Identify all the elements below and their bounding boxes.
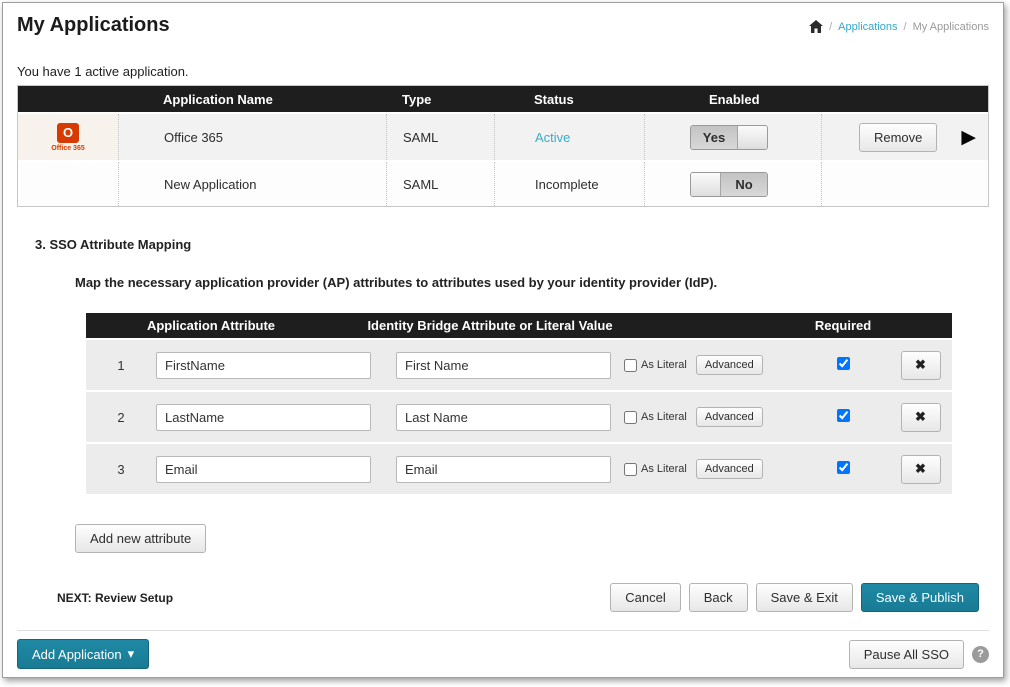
application-row-office365: O Office 365 Office 365 SAML Active Yes … — [18, 112, 988, 160]
as-literal-group: As Literal Advanced — [624, 407, 782, 427]
application-attribute-input[interactable] — [156, 404, 371, 431]
attribute-row-number: 2 — [86, 410, 156, 425]
remove-attribute-button[interactable]: ✖ — [901, 403, 941, 432]
next-step-label: NEXT: Review Setup — [57, 591, 173, 605]
section-title: 3. SSO Attribute Mapping — [35, 237, 989, 252]
applications-table-header: Application Name Type Status Enabled — [18, 86, 988, 112]
application-name: Office 365 — [118, 114, 386, 160]
attribute-row-1: 1 As Literal Advanced ✖ — [86, 340, 952, 390]
breadcrumb-separator: / — [829, 21, 832, 33]
expand-row-icon[interactable]: ▶ — [961, 128, 976, 147]
remove-application-button[interactable]: Remove — [859, 123, 937, 152]
advanced-button[interactable]: Advanced — [696, 355, 763, 375]
as-literal-group: As Literal Advanced — [624, 355, 782, 375]
pause-all-sso-button[interactable]: Pause All SSO — [849, 640, 964, 669]
active-application-note: You have 1 active application. — [17, 64, 989, 79]
application-status: Active — [494, 114, 644, 160]
toggle-label: No — [721, 173, 767, 196]
advanced-button[interactable]: Advanced — [696, 459, 763, 479]
office365-logo: O Office 365 — [18, 114, 118, 160]
breadcrumb: / Applications / My Applications — [809, 14, 989, 33]
col-enabled: Enabled — [644, 92, 821, 107]
required-checkbox[interactable] — [837, 357, 850, 370]
cancel-button[interactable]: Cancel — [610, 583, 680, 612]
save-publish-button[interactable]: Save & Publish — [861, 583, 979, 612]
col-required: Required — [644, 318, 952, 333]
breadcrumb-current: My Applications — [913, 21, 989, 33]
back-button[interactable]: Back — [689, 583, 748, 612]
attribute-row-number: 3 — [86, 462, 156, 477]
identity-bridge-attribute-input[interactable] — [396, 352, 611, 379]
bottom-action-row: NEXT: Review Setup Cancel Back Save & Ex… — [17, 583, 989, 612]
application-type: SAML — [386, 114, 494, 160]
attribute-mapping-header: Application Attribute Identity Bridge At… — [86, 313, 952, 338]
attribute-row-2: 2 As Literal Advanced ✖ — [86, 392, 952, 442]
col-type: Type — [386, 92, 494, 107]
toggle-knob — [737, 126, 767, 149]
toggle-knob — [691, 173, 721, 196]
page-title: My Applications — [17, 14, 170, 37]
add-application-button[interactable]: Add Application ▾ — [17, 639, 149, 669]
enabled-cell: Yes — [644, 114, 821, 160]
add-new-attribute-button[interactable]: Add new attribute — [75, 524, 206, 553]
application-row-new-application: New Application SAML Incomplete No — [18, 160, 988, 206]
as-literal-checkbox[interactable] — [624, 463, 637, 476]
page-footer: Add Application ▾ Pause All SSO ? — [17, 630, 989, 669]
identity-bridge-attribute-input[interactable] — [396, 456, 611, 483]
as-literal-label: As Literal — [641, 359, 687, 371]
remove-attribute-button[interactable]: ✖ — [901, 351, 941, 380]
required-checkbox[interactable] — [837, 409, 850, 422]
remove-attribute-cell: ✖ — [889, 455, 952, 484]
enabled-toggle[interactable]: No — [690, 172, 768, 197]
breadcrumb-separator: / — [904, 21, 907, 33]
as-literal-label: As Literal — [641, 411, 687, 423]
attribute-row-number: 1 — [86, 358, 156, 373]
actions-cell — [821, 162, 988, 206]
toggle-label: Yes — [691, 126, 737, 149]
page-frame: My Applications / Applications / My Appl… — [2, 2, 1004, 678]
col-application-attribute: Application Attribute — [86, 318, 336, 333]
advanced-button[interactable]: Advanced — [696, 407, 763, 427]
breadcrumb-applications-link[interactable]: Applications — [838, 21, 897, 33]
application-icon-empty — [18, 162, 118, 206]
actions-cell: Remove ▶ — [821, 114, 988, 160]
as-literal-checkbox[interactable] — [624, 359, 637, 372]
caret-down-icon: ▾ — [128, 646, 135, 662]
required-cell — [797, 461, 889, 477]
col-application-name: Application Name — [118, 92, 386, 107]
help-icon[interactable]: ? — [972, 646, 989, 663]
as-literal-group: As Literal Advanced — [624, 459, 782, 479]
enabled-toggle[interactable]: Yes — [690, 125, 768, 150]
attribute-mapping-table: Application Attribute Identity Bridge At… — [86, 313, 952, 494]
remove-attribute-button[interactable]: ✖ — [901, 455, 941, 484]
required-cell — [797, 409, 889, 425]
application-attribute-input[interactable] — [156, 456, 371, 483]
required-checkbox[interactable] — [837, 461, 850, 474]
application-status: Incomplete — [494, 162, 644, 206]
application-attribute-input[interactable] — [156, 352, 371, 379]
attribute-row-3: 3 As Literal Advanced ✖ — [86, 444, 952, 494]
required-cell — [797, 357, 889, 373]
remove-attribute-cell: ✖ — [889, 351, 952, 380]
save-exit-button[interactable]: Save & Exit — [756, 583, 853, 612]
col-status: Status — [494, 92, 644, 107]
home-icon[interactable] — [809, 20, 823, 33]
office365-logo-label: Office 365 — [51, 145, 84, 152]
remove-attribute-cell: ✖ — [889, 403, 952, 432]
identity-bridge-attribute-input[interactable] — [396, 404, 611, 431]
application-type: SAML — [386, 162, 494, 206]
as-literal-checkbox[interactable] — [624, 411, 637, 424]
applications-table: Application Name Type Status Enabled O O… — [17, 85, 989, 207]
page-header: My Applications / Applications / My Appl… — [17, 3, 989, 37]
add-application-label: Add Application — [32, 647, 122, 662]
section-description: Map the necessary application provider (… — [75, 275, 989, 290]
enabled-cell: No — [644, 162, 821, 206]
application-name: New Application — [118, 162, 386, 206]
as-literal-label: As Literal — [641, 463, 687, 475]
col-identity-bridge-attribute: Identity Bridge Attribute or Literal Val… — [336, 318, 644, 333]
office365-logo-icon: O — [57, 123, 79, 143]
